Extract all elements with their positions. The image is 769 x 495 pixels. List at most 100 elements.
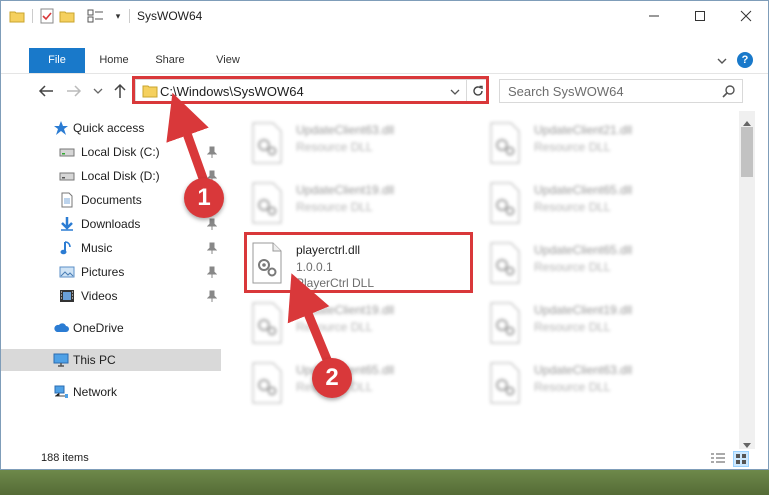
dll-file-icon [249, 361, 285, 405]
nav-item-pictures[interactable]: Pictures [1, 261, 221, 283]
folder-icon[interactable] [9, 8, 25, 24]
tab-view[interactable]: View [206, 48, 250, 73]
dll-file-icon [249, 181, 285, 225]
tab-home[interactable]: Home [89, 48, 139, 73]
file-tile[interactable]: UpdateClient65.dll Resource DLL [465, 235, 701, 293]
help-icon[interactable]: ? [737, 52, 753, 68]
nav-item-music[interactable]: Music [1, 237, 221, 259]
navigation-pane: Quick access Local Disk (C:) Local Disk … [1, 113, 221, 448]
title-bar: ▾ SysWOW64 [1, 1, 768, 31]
file-name: UpdateClient63.dll [534, 363, 633, 377]
network-icon [53, 384, 69, 400]
minimize-button[interactable] [631, 1, 677, 31]
file-description: Resource DLL [534, 320, 611, 334]
expand-ribbon-icon[interactable] [716, 55, 728, 67]
file-tile[interactable]: UpdateClient21.dll Resource DLL [465, 115, 701, 173]
maximize-button[interactable] [677, 1, 723, 31]
recent-locations-icon[interactable] [93, 85, 103, 95]
dll-file-icon [487, 181, 523, 225]
dll-file-icon [487, 361, 523, 405]
file-description: Resource DLL [296, 320, 373, 334]
file-highlight [244, 232, 473, 293]
nav-item-quick-access[interactable]: Quick access [1, 117, 221, 139]
ribbon-tabs: File Home Share View ? [1, 48, 768, 74]
nav-item-local-disk-c[interactable]: Local Disk (C:) [1, 141, 221, 163]
nav-item-this-pc[interactable]: This PC [1, 349, 221, 371]
window-title: SysWOW64 [137, 9, 203, 23]
scroll-up-icon[interactable] [743, 115, 751, 126]
properties-list-icon[interactable] [87, 8, 103, 24]
step-2-badge: 2 [312, 358, 352, 398]
dll-file-icon [487, 241, 523, 285]
file-description: Resource DLL [534, 260, 611, 274]
nav-item-network[interactable]: Network [1, 381, 221, 403]
nav-item-label: Network [73, 385, 118, 399]
nav-item-label: Pictures [81, 265, 125, 279]
nav-item-label: This PC [73, 353, 116, 367]
pin-icon[interactable] [206, 146, 218, 158]
file-tile[interactable]: UpdateClient63.dll Resource DLL [227, 115, 463, 173]
nav-item-label: Music [81, 241, 113, 255]
file-name: UpdateClient21.dll [534, 123, 633, 137]
file-tile[interactable]: UpdateClient65.dll Resource DLL [465, 175, 701, 233]
file-description: Resource DLL [296, 200, 373, 214]
pin-icon[interactable] [206, 266, 218, 278]
cloud-icon [53, 320, 69, 336]
nav-item-label: Local Disk (C:) [81, 145, 160, 159]
dll-file-icon [249, 121, 285, 165]
tab-share[interactable]: Share [146, 48, 194, 73]
nav-item-downloads[interactable]: Downloads [1, 213, 221, 235]
close-button[interactable] [723, 1, 769, 31]
videos-icon [59, 288, 75, 304]
file-description: Resource DLL [534, 200, 611, 214]
music-icon [59, 240, 75, 256]
file-tile[interactable]: UpdateClient63.dll Resource DLL [465, 355, 701, 413]
nav-item-videos[interactable]: Videos [1, 285, 221, 307]
tab-file[interactable]: File [29, 48, 85, 73]
search-input[interactable] [508, 83, 708, 99]
dll-file-icon [249, 301, 285, 345]
new-folder-icon[interactable] [59, 8, 75, 24]
file-description: Resource DLL [534, 380, 611, 394]
nav-item-label: Local Disk (D:) [81, 169, 160, 183]
address-bar-highlight [132, 76, 489, 104]
nav-item-local-disk-d[interactable]: Local Disk (D:) [1, 165, 221, 187]
nav-item-label: Quick access [73, 121, 145, 135]
properties-icon[interactable] [39, 8, 55, 24]
forward-arrow-icon[interactable] [65, 83, 83, 99]
pin-icon[interactable] [206, 242, 218, 254]
star-icon [53, 120, 69, 136]
drive-icon [59, 168, 75, 184]
scroll-down-icon[interactable] [743, 438, 751, 448]
tiles-view-icon[interactable] [733, 451, 749, 467]
nav-item-label: OneDrive [73, 321, 124, 335]
search-icon[interactable] [722, 84, 736, 98]
nav-item-label: Downloads [81, 217, 141, 231]
nav-item-onedrive[interactable]: OneDrive [1, 317, 221, 339]
status-bar: 188 items [1, 449, 768, 469]
file-description: Resource DLL [534, 140, 611, 154]
file-tile[interactable]: UpdateClient19.dll Resource DLL [227, 295, 463, 353]
file-tile[interactable]: UpdateClient19.dll Resource DLL [465, 295, 701, 353]
file-name: UpdateClient19.dll [534, 303, 633, 317]
pictures-icon [59, 264, 75, 280]
nav-item-label: Documents [81, 193, 142, 207]
search-box[interactable] [499, 79, 743, 103]
scrollbar-thumb[interactable] [741, 127, 753, 177]
dll-file-icon [487, 121, 523, 165]
file-name: UpdateClient19.dll [296, 303, 395, 317]
nav-item-label: Videos [81, 289, 118, 303]
pin-icon[interactable] [206, 290, 218, 302]
drive-icon [59, 144, 75, 160]
up-arrow-icon[interactable] [111, 82, 129, 100]
desktop-background [0, 469, 769, 495]
vertical-scrollbar[interactable] [739, 111, 755, 449]
pin-icon[interactable] [206, 218, 218, 230]
item-count: 188 items [41, 452, 89, 464]
back-arrow-icon[interactable] [37, 83, 55, 99]
step-1-badge: 1 [184, 178, 224, 218]
customize-toolbar-dropdown[interactable]: ▾ [111, 8, 125, 24]
details-view-icon[interactable] [710, 452, 726, 466]
file-tile[interactable]: UpdateClient19.dll Resource DLL [227, 175, 463, 233]
download-icon [59, 216, 75, 232]
